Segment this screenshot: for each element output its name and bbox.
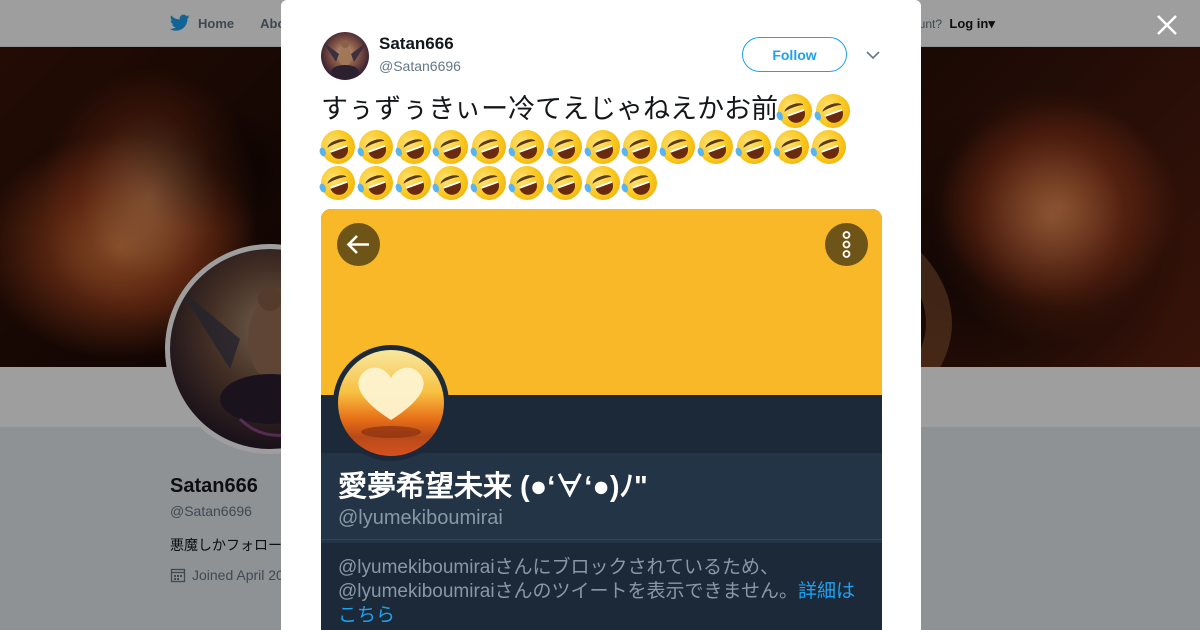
rolling-on-the-floor-laughing-emoji — [505, 124, 549, 169]
tweet-modal: Satan666 @Satan6696 Follow すぅずぅきぃー冷てえじゃね… — [281, 0, 921, 630]
rolling-on-the-floor-laughing-emoji — [811, 88, 855, 133]
card-avatar — [333, 345, 449, 461]
card-msg-line2-text: @lyumekiboumiraiさんのツイートを表示できません。 — [338, 581, 798, 602]
rolling-on-the-floor-laughing-emoji — [773, 88, 817, 133]
rolling-on-the-floor-laughing-emoji — [316, 160, 360, 205]
tweet-media-image[interactable]: 愛夢希望未来 (●ʻ∀ʻ●)ﾉ" @lyumekiboumirai @lyume… — [321, 209, 882, 630]
rolling-on-the-floor-laughing-emoji — [580, 124, 625, 169]
author-avatar-figure — [323, 40, 367, 79]
rolling-on-the-floor-laughing-emoji — [580, 160, 625, 205]
rolling-on-the-floor-laughing-emoji — [694, 124, 738, 169]
rolling-on-the-floor-laughing-emoji — [391, 124, 436, 169]
close-icon[interactable] — [1154, 12, 1180, 38]
chevron-down-icon[interactable] — [865, 47, 881, 63]
card-blocked-message: @lyumekiboumiraiさんにブロックされているため、 @lyumeki… — [338, 556, 868, 628]
rolling-on-the-floor-laughing-emoji — [429, 160, 474, 205]
rolling-on-the-floor-laughing-emoji — [354, 124, 398, 169]
card-more-button — [825, 223, 868, 266]
more-vertical-icon — [842, 231, 851, 258]
card-avatar-heart — [358, 367, 424, 438]
rolling-on-the-floor-laughing-emoji — [807, 124, 852, 169]
card-back-button — [337, 223, 380, 266]
card-msg-line2: @lyumekiboumiraiさんのツイートを表示できません。詳細は — [338, 580, 868, 604]
follow-button[interactable]: Follow — [742, 37, 847, 72]
card-msg-link: 詳細は — [798, 581, 856, 602]
tweet-text-body: すぅずぅきぃー冷てえじゃねえかお前 — [321, 94, 779, 125]
rolling-on-the-floor-laughing-emoji — [467, 124, 511, 169]
author-name[interactable]: Satan666 — [379, 34, 454, 54]
rolling-on-the-floor-laughing-emoji — [429, 124, 474, 169]
card-handle: @lyumekiboumirai — [338, 507, 503, 529]
arrow-left-icon — [346, 235, 369, 254]
rolling-on-the-floor-laughing-emoji — [656, 124, 700, 169]
rolling-on-the-floor-laughing-emoji — [731, 124, 776, 169]
rolling-on-the-floor-laughing-emoji — [618, 160, 663, 205]
rolling-on-the-floor-laughing-emoji — [391, 160, 436, 205]
rolling-on-the-floor-laughing-emoji — [354, 160, 398, 205]
tweet-text: すぅずぅきぃー冷てえじゃねえかお前 — [316, 88, 881, 205]
rolling-on-the-floor-laughing-emoji — [769, 124, 814, 169]
card-display-name: 愛夢希望未来 (●ʻ∀ʻ●)ﾉ" — [338, 471, 648, 503]
rolling-on-the-floor-laughing-emoji — [316, 124, 360, 169]
card-msg-link2: こちら — [338, 605, 396, 626]
rolling-on-the-floor-laughing-emoji — [542, 160, 587, 205]
card-divider — [321, 539, 882, 540]
rolling-on-the-floor-laughing-emoji — [505, 160, 549, 205]
author-handle[interactable]: @Satan6696 — [379, 58, 461, 74]
card-msg-line1: @lyumekiboumiraiさんにブロックされているため、 — [338, 557, 779, 578]
author-avatar[interactable] — [321, 32, 369, 80]
rolling-on-the-floor-laughing-emoji — [618, 124, 663, 169]
rolling-on-the-floor-laughing-emoji — [542, 124, 587, 169]
rolling-on-the-floor-laughing-emoji — [467, 160, 511, 205]
